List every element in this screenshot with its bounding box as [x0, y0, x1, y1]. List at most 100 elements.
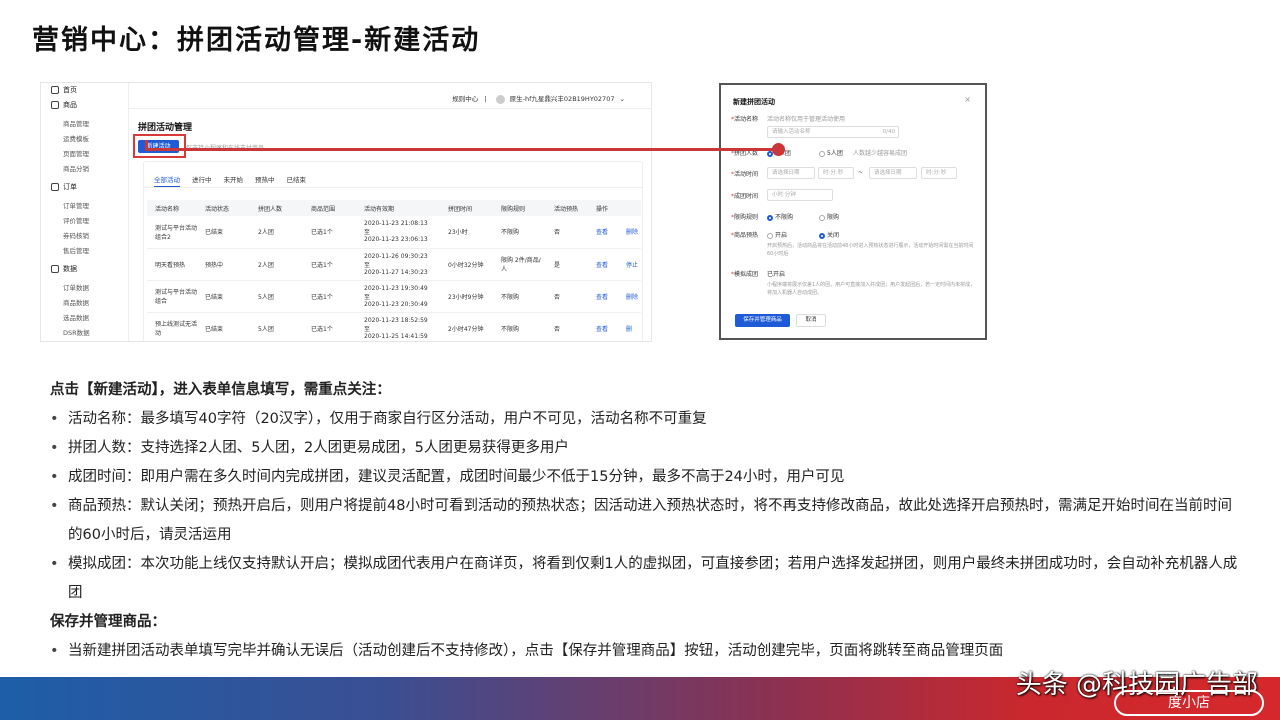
account-name[interactable]: 原生-hf九星鼎兴丰02B19HY02707 — [510, 95, 615, 103]
activity-table: 活动名称 活动状态 拼团人数 商品范围 活动有效期 拼团时间 限购规则 活动预热… — [147, 200, 641, 341]
cell-duration: 2小时47分钟 — [440, 312, 493, 341]
chevron-down-icon[interactable]: ⌄ — [620, 95, 625, 103]
rule-center-link[interactable]: 规则中心 — [452, 95, 478, 103]
avatar — [495, 94, 505, 104]
column-header: 活动名称 — [147, 200, 197, 216]
admin-sidebar: 首页 商品 商品管理 运费模板 页面管理 商品分销 订单 订单管理 评价管理 券… — [41, 83, 129, 341]
column-header: 拼团时间 — [440, 200, 493, 216]
tab-upcoming[interactable]: 未开始 — [224, 174, 244, 184]
end-time-input[interactable]: 时:分:秒 — [921, 167, 957, 179]
preheat-radio-on[interactable]: 开启 — [767, 230, 787, 239]
sim-note: 小程序端将展示仅差1人的团，用户可直接加入并成团；用户发起团后，若一定时间内未拼… — [767, 282, 976, 296]
table-row: 测试与平台活动组合2 已结束 2人团 已选1个 2020-11-23 21:08… — [147, 216, 641, 249]
bullet-item: 当新建拼团活动表单填写完毕并确认无误后（活动创建后不支持修改），点击【保存并管理… — [50, 637, 1240, 666]
cell-name: 明天看预热 — [147, 248, 197, 281]
cell-preheat: 否 — [546, 312, 588, 341]
sidebar-subitem[interactable]: 商品分销 — [63, 163, 89, 173]
cell-duration: 23小时9分钟 — [440, 280, 493, 313]
sidebar-subitem[interactable]: 页面管理 — [63, 148, 89, 158]
brand-badge: 度小店 — [1114, 690, 1264, 716]
view-link[interactable]: 查看 — [596, 262, 608, 269]
stop-link[interactable]: 停止 — [626, 262, 638, 269]
view-link[interactable]: 查看 — [596, 294, 608, 301]
preheat-radio-off[interactable]: 关闭 — [819, 230, 839, 239]
cell-name: 测试与平台活动组合2 — [147, 216, 197, 249]
highlight-box — [133, 134, 186, 158]
sidebar-subitem[interactable]: 售后管理 — [63, 245, 89, 255]
sidebar-subitem[interactable]: 商品管理 — [63, 118, 89, 128]
sidebar-item-goods[interactable]: 商品 — [51, 100, 77, 110]
sim-value: 已开启 — [767, 271, 786, 278]
bullet-item: 活动名称：最多填写40字符（20汉字），仅用于商家自行区分活动，用户不可见，活动… — [50, 405, 1240, 434]
cell-period: 2020-11-23 19:30:49 至 2020-11-23 20:30:49 — [356, 280, 440, 313]
sidebar-item-orders[interactable]: 订单 — [51, 182, 77, 192]
tab-ongoing[interactable]: 进行中 — [192, 174, 212, 184]
new-activity-dialog: 新建拼团活动 × *活动名称 活动名称仅用于管理活动使用 请输入活动名称 0/40… — [719, 83, 987, 340]
cell-actions: 查看 停止 — [588, 248, 641, 281]
cell-preheat: 是 — [546, 248, 588, 281]
limit-radio-none[interactable]: 不限购 — [767, 212, 793, 221]
explanation: 点击【新建活动】，进入表单信息填写，需重点关注： 活动名称：最多填写40字符（2… — [50, 376, 1240, 666]
tab-all[interactable]: 全部活动 — [154, 174, 180, 184]
name-label: *活动名称 — [731, 116, 759, 123]
sidebar-subitem[interactable]: 券码核销 — [63, 230, 89, 240]
end-date-input[interactable]: 请选择日期 — [869, 167, 917, 179]
preheat-note: 开启预热后，活动商品将在活动前48小时进入预热状态进行展示，活动开始时间需在当前… — [767, 243, 974, 257]
sidebar-subitem[interactable]: DSR数据 — [63, 327, 90, 337]
delete-link[interactable]: 删 — [626, 326, 632, 333]
tab-ended[interactable]: 已结束 — [287, 174, 307, 184]
cell-status: 已结束 — [197, 280, 250, 313]
start-time-input[interactable]: 时:分:秒 — [818, 167, 854, 179]
delete-link[interactable]: 删除 — [626, 294, 638, 301]
start-date-input[interactable]: 请选择日期 — [767, 167, 815, 179]
cell-scope: 已选1个 — [303, 312, 356, 341]
column-header: 操作 — [588, 200, 641, 216]
radio-icon — [819, 214, 825, 221]
sidebar-subitem[interactable]: 评价管理 — [63, 215, 89, 225]
sidebar-item-data[interactable]: 数据 — [51, 264, 77, 274]
cell-duration: 23小时 — [440, 216, 493, 249]
page-title: 营销中心：拼团活动管理-新建活动 — [32, 25, 481, 56]
sidebar-item-home[interactable]: 首页 — [51, 85, 77, 95]
form-time-input[interactable]: 小时:分钟 — [767, 189, 833, 201]
order-icon — [51, 183, 59, 191]
cell-limit: 不限购 — [493, 312, 546, 341]
delete-link[interactable]: 删除 — [626, 229, 638, 236]
cell-limit: 限购 2件/商品/人 — [493, 248, 546, 281]
admin-screenshot: 首页 商品 商品管理 运费模板 页面管理 商品分销 订单 订单管理 评价管理 券… — [40, 82, 652, 342]
close-icon[interactable]: × — [964, 95, 971, 104]
cell-status: 已结束 — [197, 216, 250, 249]
cell-period: 2020-11-23 18:52:59 至 2020-11-25 14:41:59 — [356, 312, 440, 341]
cell-limit: 不限购 — [493, 280, 546, 313]
limit-radio-limit[interactable]: 限购 — [819, 212, 839, 221]
cell-period: 2020-11-23 21:08:13 至 2020-11-23 23:06:13 — [356, 216, 440, 249]
range-separator: ~ — [858, 169, 864, 176]
cell-status: 预热中 — [197, 248, 250, 281]
sidebar-subitem[interactable]: 订单数据 — [63, 282, 89, 292]
sidebar-subitem[interactable]: 订单管理 — [63, 200, 89, 210]
cell-scope: 已选1个 — [303, 280, 356, 313]
bullet-item: 模拟成团：本次功能上线仅支持默认开启；模拟成团代表用户在商详页，将看到仅剩1人的… — [50, 550, 1240, 608]
admin-topbar: 规则中心 | 原生-hf九星鼎兴丰02B19HY02707 ⌄ — [129, 83, 651, 109]
dialog-title: 新建拼团活动 — [733, 98, 775, 106]
sidebar-subitem[interactable]: 选品数据 — [63, 312, 89, 322]
cell-size: 2人团 — [250, 216, 303, 249]
cell-status: 已结束 — [197, 312, 250, 341]
sidebar-subitem[interactable]: 商品数据 — [63, 297, 89, 307]
column-header: 活动状态 — [197, 200, 250, 216]
view-link[interactable]: 查看 — [596, 229, 608, 236]
bullet-item: 拼团人数：支持选择2人团、5人团，2人团更易成团，5人团更易获得更多用户 — [50, 434, 1240, 463]
sidebar-subitem[interactable]: 运费模板 — [63, 133, 89, 143]
save-manage-button[interactable]: 保存并管理商品 — [735, 314, 790, 327]
intro-text: 点击【新建活动】，进入表单信息填写，需重点关注： — [50, 382, 391, 398]
chart-icon — [51, 265, 59, 273]
admin-heading: 拼团活动管理 — [138, 123, 193, 133]
size-radio-5[interactable]: 5人团 — [819, 148, 843, 157]
name-input[interactable]: 请输入活动名称 0/40 — [767, 126, 899, 138]
tab-preheat[interactable]: 预热中 — [255, 174, 275, 184]
bullet-item: 商品预热：默认关闭；预热开启后，则用户将提前48小时可看到活动的预热状态；因活动… — [50, 492, 1240, 550]
table-row: 明天看预热 预热中 2人团 已选1个 2020-11-26 09:30:23 至 2… — [147, 248, 641, 281]
view-link[interactable]: 查看 — [596, 326, 608, 333]
bullet-item: 成团时间：即用户需在多久时间内完成拼团，建议灵活配置，成团时间最少不低于15分钟… — [50, 463, 1240, 492]
cancel-button[interactable]: 取消 — [796, 314, 826, 327]
